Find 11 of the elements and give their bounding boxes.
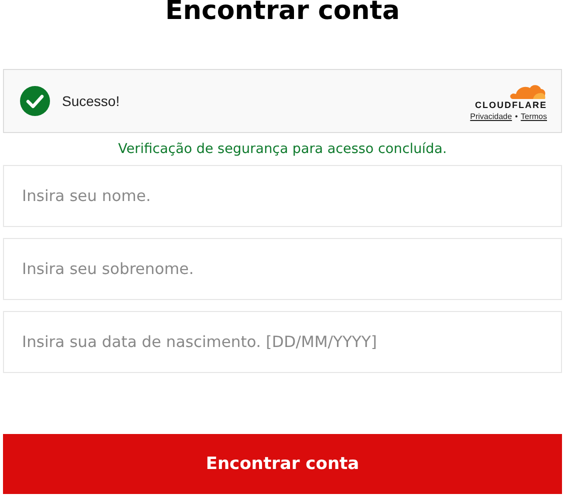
footer-link[interactable]: Termos: [520, 112, 547, 120]
submit-button[interactable]: Encontrar conta: [3, 434, 562, 494]
input-field[interactable]: Insira seu sobrenome.: [3, 238, 562, 300]
footer-link[interactable]: Privacidade: [470, 112, 512, 120]
separator: •: [514, 112, 518, 120]
page-title: Encontrar conta: [164, 0, 401, 28]
status-text: Sucesso!: [62, 93, 121, 109]
success-message: Verificação de segurança para acesso concluída.: [117, 141, 448, 157]
input-field[interactable]: Insira seu nome.: [3, 165, 562, 227]
brand-name: CLOUDFLARE: [475, 100, 547, 110]
input-field[interactable]: Insira sua data de nascimento. [DD/MM/YYYY]: [3, 311, 562, 373]
